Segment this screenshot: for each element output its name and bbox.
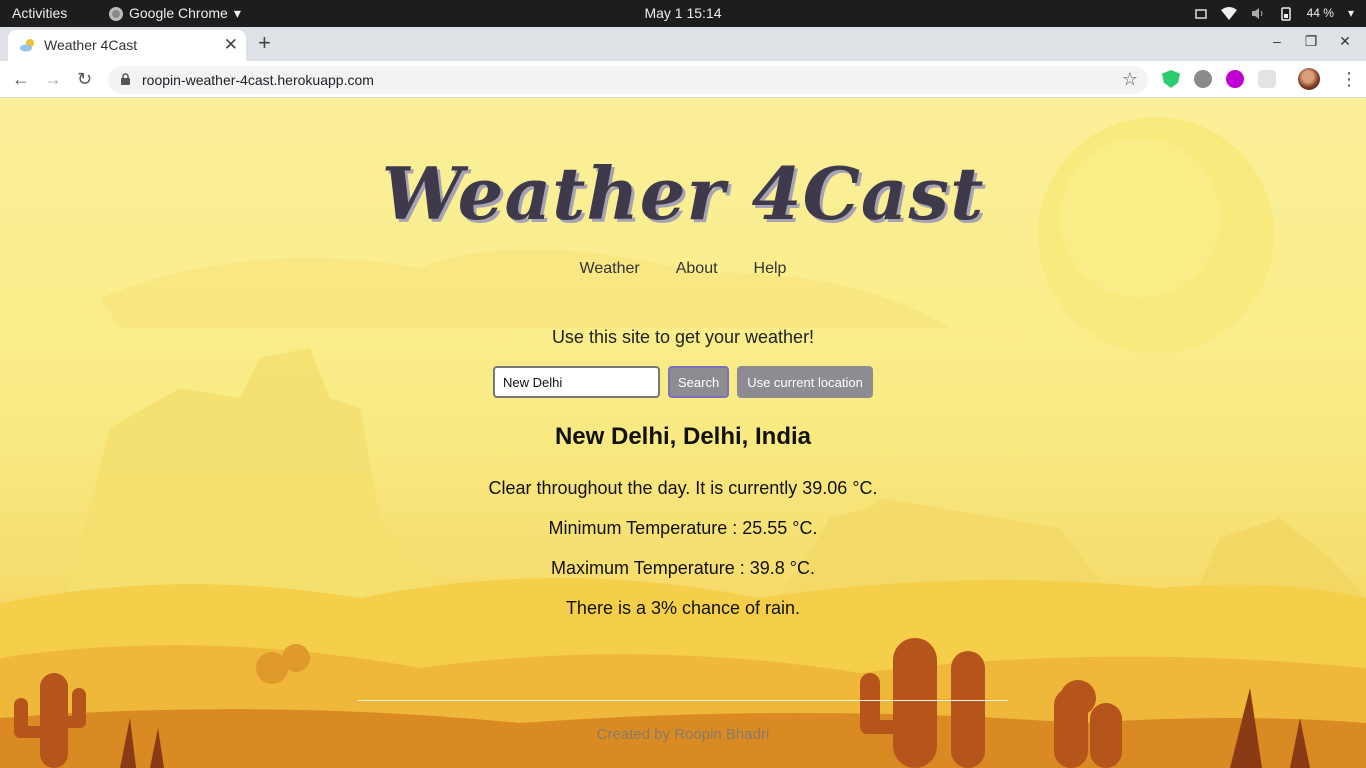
address-bar[interactable]: roopin-weather-4cast.herokuapp.com ☆ xyxy=(108,66,1148,94)
tab-title: Weather 4Cast xyxy=(44,37,138,53)
location-heading: New Delhi, Delhi, India xyxy=(554,423,812,450)
extensions-area: ⋮ xyxy=(1162,68,1358,90)
nav-link-help[interactable]: Help xyxy=(754,260,787,278)
url-text: roopin-weather-4cast.herokuapp.com xyxy=(142,72,374,88)
nav-link-weather[interactable]: Weather xyxy=(580,260,640,278)
close-tab-icon[interactable]: ✕ xyxy=(224,35,238,55)
wifi-icon xyxy=(1220,7,1237,20)
use-current-location-button[interactable]: Use current location xyxy=(737,366,873,398)
footer-credit: Created by Roopin Bhadri xyxy=(596,726,770,743)
page-viewport: Weather 4Cast Weather About Help Use thi… xyxy=(0,98,1366,768)
footer-divider xyxy=(358,700,1008,701)
chevron-down-icon: ▾ xyxy=(1347,6,1354,20)
forecast-summary: Clear throughout the day. It is currentl… xyxy=(488,478,878,498)
window-controls: – ❐ ✕ xyxy=(1270,33,1352,50)
site-title: Weather 4Cast xyxy=(381,151,985,236)
grey-extension-icon[interactable] xyxy=(1258,70,1276,88)
minimize-icon[interactable]: – xyxy=(1270,33,1284,50)
new-tab-button[interactable]: + xyxy=(258,31,271,55)
weather-favicon-icon xyxy=(20,39,34,52)
close-window-icon[interactable]: ✕ xyxy=(1338,33,1352,50)
bug-extension-icon[interactable] xyxy=(1194,70,1212,88)
shield-extension-icon[interactable] xyxy=(1162,70,1180,88)
reload-icon[interactable]: ↻ xyxy=(77,68,92,90)
profile-avatar[interactable] xyxy=(1298,68,1320,90)
intro-text: Use this site to get your weather! xyxy=(551,327,815,347)
min-temperature: Minimum Temperature : 25.55 °C. xyxy=(548,518,818,538)
system-tray[interactable]: 44 % ▾ xyxy=(1194,5,1354,22)
back-arrow-icon[interactable]: ← xyxy=(12,68,30,90)
battery-icon xyxy=(1280,6,1291,21)
forward-arrow-icon[interactable]: → xyxy=(44,68,62,90)
clock[interactable]: May 1 15:14 xyxy=(0,5,1366,22)
location-input[interactable] xyxy=(493,366,660,398)
rain-chance: There is a 3% chance of rain. xyxy=(565,598,801,618)
browser-toolbar: ← → ↻ roopin-weather-4cast.herokuapp.com… xyxy=(0,61,1366,98)
purple-extension-icon[interactable] xyxy=(1226,70,1244,88)
screen-icon xyxy=(1194,8,1207,19)
tab-strip: Weather 4Cast ✕ + – ❐ ✕ xyxy=(0,27,1366,61)
more-menu-icon[interactable]: ⋮ xyxy=(1340,70,1358,88)
restore-icon[interactable]: ❐ xyxy=(1304,33,1318,50)
lock-icon xyxy=(121,73,130,85)
search-form: Search Use current location xyxy=(493,366,873,398)
browser-tab[interactable]: Weather 4Cast ✕ xyxy=(8,30,246,61)
nav-link-about[interactable]: About xyxy=(676,260,718,278)
search-button[interactable]: Search xyxy=(668,366,729,398)
bookmark-star-icon[interactable]: ☆ xyxy=(1122,69,1138,90)
site-nav: Weather About Help xyxy=(0,260,1366,278)
system-top-bar: Activities Google Chrome ▾ May 1 15:14 4… xyxy=(0,0,1366,27)
volume-icon xyxy=(1251,8,1263,19)
battery-percent: 44 % xyxy=(1306,6,1334,20)
max-temperature: Maximum Temperature : 39.8 °C. xyxy=(551,558,815,578)
page-content: Weather 4Cast Weather About Help Use thi… xyxy=(0,98,1366,768)
